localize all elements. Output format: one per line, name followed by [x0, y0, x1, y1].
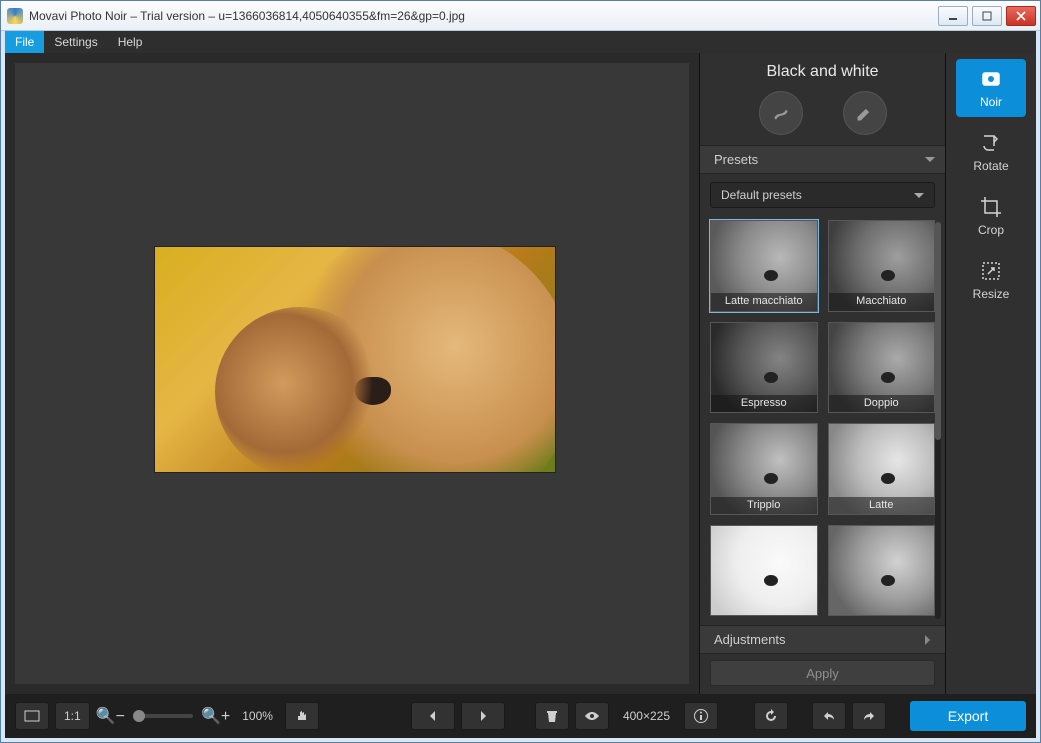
- zoom-percent-label: 100%: [242, 709, 273, 723]
- window-controls: [934, 6, 1036, 26]
- tool-label: Rotate: [973, 159, 1008, 173]
- undo-button[interactable]: [812, 702, 846, 730]
- panel-title: Black and white: [700, 53, 945, 87]
- actual-size-button[interactable]: 1:1: [55, 702, 90, 730]
- zoom-slider[interactable]: [133, 714, 193, 718]
- canvas-area: [5, 53, 700, 694]
- preset-label: Latte macchiato: [711, 293, 817, 310]
- preset-scrollbar[interactable]: [935, 222, 941, 619]
- erase-mask-brush-button[interactable]: [843, 91, 887, 135]
- tool-label: Noir: [980, 95, 1002, 109]
- chevron-right-icon: [925, 635, 935, 645]
- preview-eye-button[interactable]: [575, 702, 609, 730]
- preset-label: Macchiato: [829, 293, 935, 310]
- delete-button[interactable]: [535, 702, 569, 730]
- rotate-button[interactable]: [754, 702, 788, 730]
- tool-crop[interactable]: Crop: [956, 187, 1026, 245]
- pan-hand-button[interactable]: [285, 702, 319, 730]
- preset-label: Doppio: [829, 395, 935, 412]
- preset-thumb[interactable]: Latte macchiato: [710, 220, 818, 312]
- add-mask-brush-button[interactable]: [759, 91, 803, 135]
- zoom-in-icon[interactable]: 🔍+: [201, 706, 230, 726]
- dropdown-value: Default presets: [721, 188, 802, 202]
- info-button[interactable]: [684, 702, 718, 730]
- redo-button[interactable]: [852, 702, 886, 730]
- preset-thumb[interactable]: Latte: [828, 423, 936, 515]
- chevron-down-icon: [925, 157, 935, 167]
- zoom-group: 🔍− 🔍+: [96, 706, 231, 726]
- minimize-button[interactable]: [938, 6, 968, 26]
- close-button[interactable]: [1006, 6, 1036, 26]
- prev-image-button[interactable]: [411, 702, 455, 730]
- preset-label: Latte: [829, 497, 935, 514]
- maximize-button[interactable]: [972, 6, 1002, 26]
- brush-tools-row: [700, 87, 945, 145]
- tool-label: Crop: [978, 223, 1004, 237]
- tool-column: Noir Rotate Crop Resize: [946, 53, 1036, 694]
- menu-item-settings[interactable]: Settings: [44, 31, 107, 53]
- next-image-button[interactable]: [461, 702, 505, 730]
- window-titlebar: Movavi Photo Noir – Trial version – u=13…: [1, 1, 1040, 31]
- menubar: FileSettingsHelp: [5, 31, 1036, 53]
- canvas-viewport[interactable]: [15, 63, 689, 684]
- app-icon: [7, 8, 23, 24]
- preset-thumb[interactable]: [710, 525, 818, 617]
- side-panel: Black and white Presets Default presets …: [700, 53, 946, 694]
- preset-grid: Latte macchiato Macchiato Espresso Doppio Tr…: [700, 216, 941, 620]
- tool-label: Resize: [973, 287, 1010, 301]
- preset-scroll-area: Latte macchiato Macchiato Espresso Doppio Tr…: [700, 216, 941, 625]
- image-dimensions-label: 400×225: [623, 709, 670, 723]
- tool-rotate[interactable]: Rotate: [956, 123, 1026, 181]
- preset-thumb[interactable]: Tripplo: [710, 423, 818, 515]
- fit-screen-button[interactable]: [15, 702, 49, 730]
- presets-section-header[interactable]: Presets: [700, 145, 945, 174]
- preset-label: Tripplo: [711, 497, 817, 514]
- zoom-out-icon[interactable]: 🔍−: [96, 706, 125, 726]
- preset-thumb[interactable]: Macchiato: [828, 220, 936, 312]
- tool-noir[interactable]: Noir: [956, 59, 1026, 117]
- preset-thumb[interactable]: [828, 525, 936, 617]
- app-body: FileSettingsHelp Black and white: [5, 31, 1036, 738]
- menu-item-file[interactable]: File: [5, 31, 44, 53]
- menu-item-help[interactable]: Help: [108, 31, 153, 53]
- adjustments-label: Adjustments: [714, 632, 786, 647]
- export-button[interactable]: Export: [910, 701, 1026, 731]
- presets-label: Presets: [714, 152, 758, 167]
- chevron-down-icon: [914, 193, 924, 203]
- preset-collection-dropdown[interactable]: Default presets: [710, 182, 935, 208]
- photo-preview: [155, 247, 555, 472]
- preset-label: Espresso: [711, 395, 817, 412]
- bottom-toolbar: 1:1 🔍− 🔍+ 100% 400×225 Export: [5, 694, 1036, 738]
- preset-thumb[interactable]: Espresso: [710, 322, 818, 414]
- preset-thumb[interactable]: Doppio: [828, 322, 936, 414]
- window-title: Movavi Photo Noir – Trial version – u=13…: [29, 9, 934, 23]
- adjustments-section-header[interactable]: Adjustments: [700, 625, 945, 654]
- main-area: Black and white Presets Default presets …: [5, 53, 1036, 694]
- apply-button[interactable]: Apply: [710, 660, 935, 686]
- tool-resize[interactable]: Resize: [956, 251, 1026, 309]
